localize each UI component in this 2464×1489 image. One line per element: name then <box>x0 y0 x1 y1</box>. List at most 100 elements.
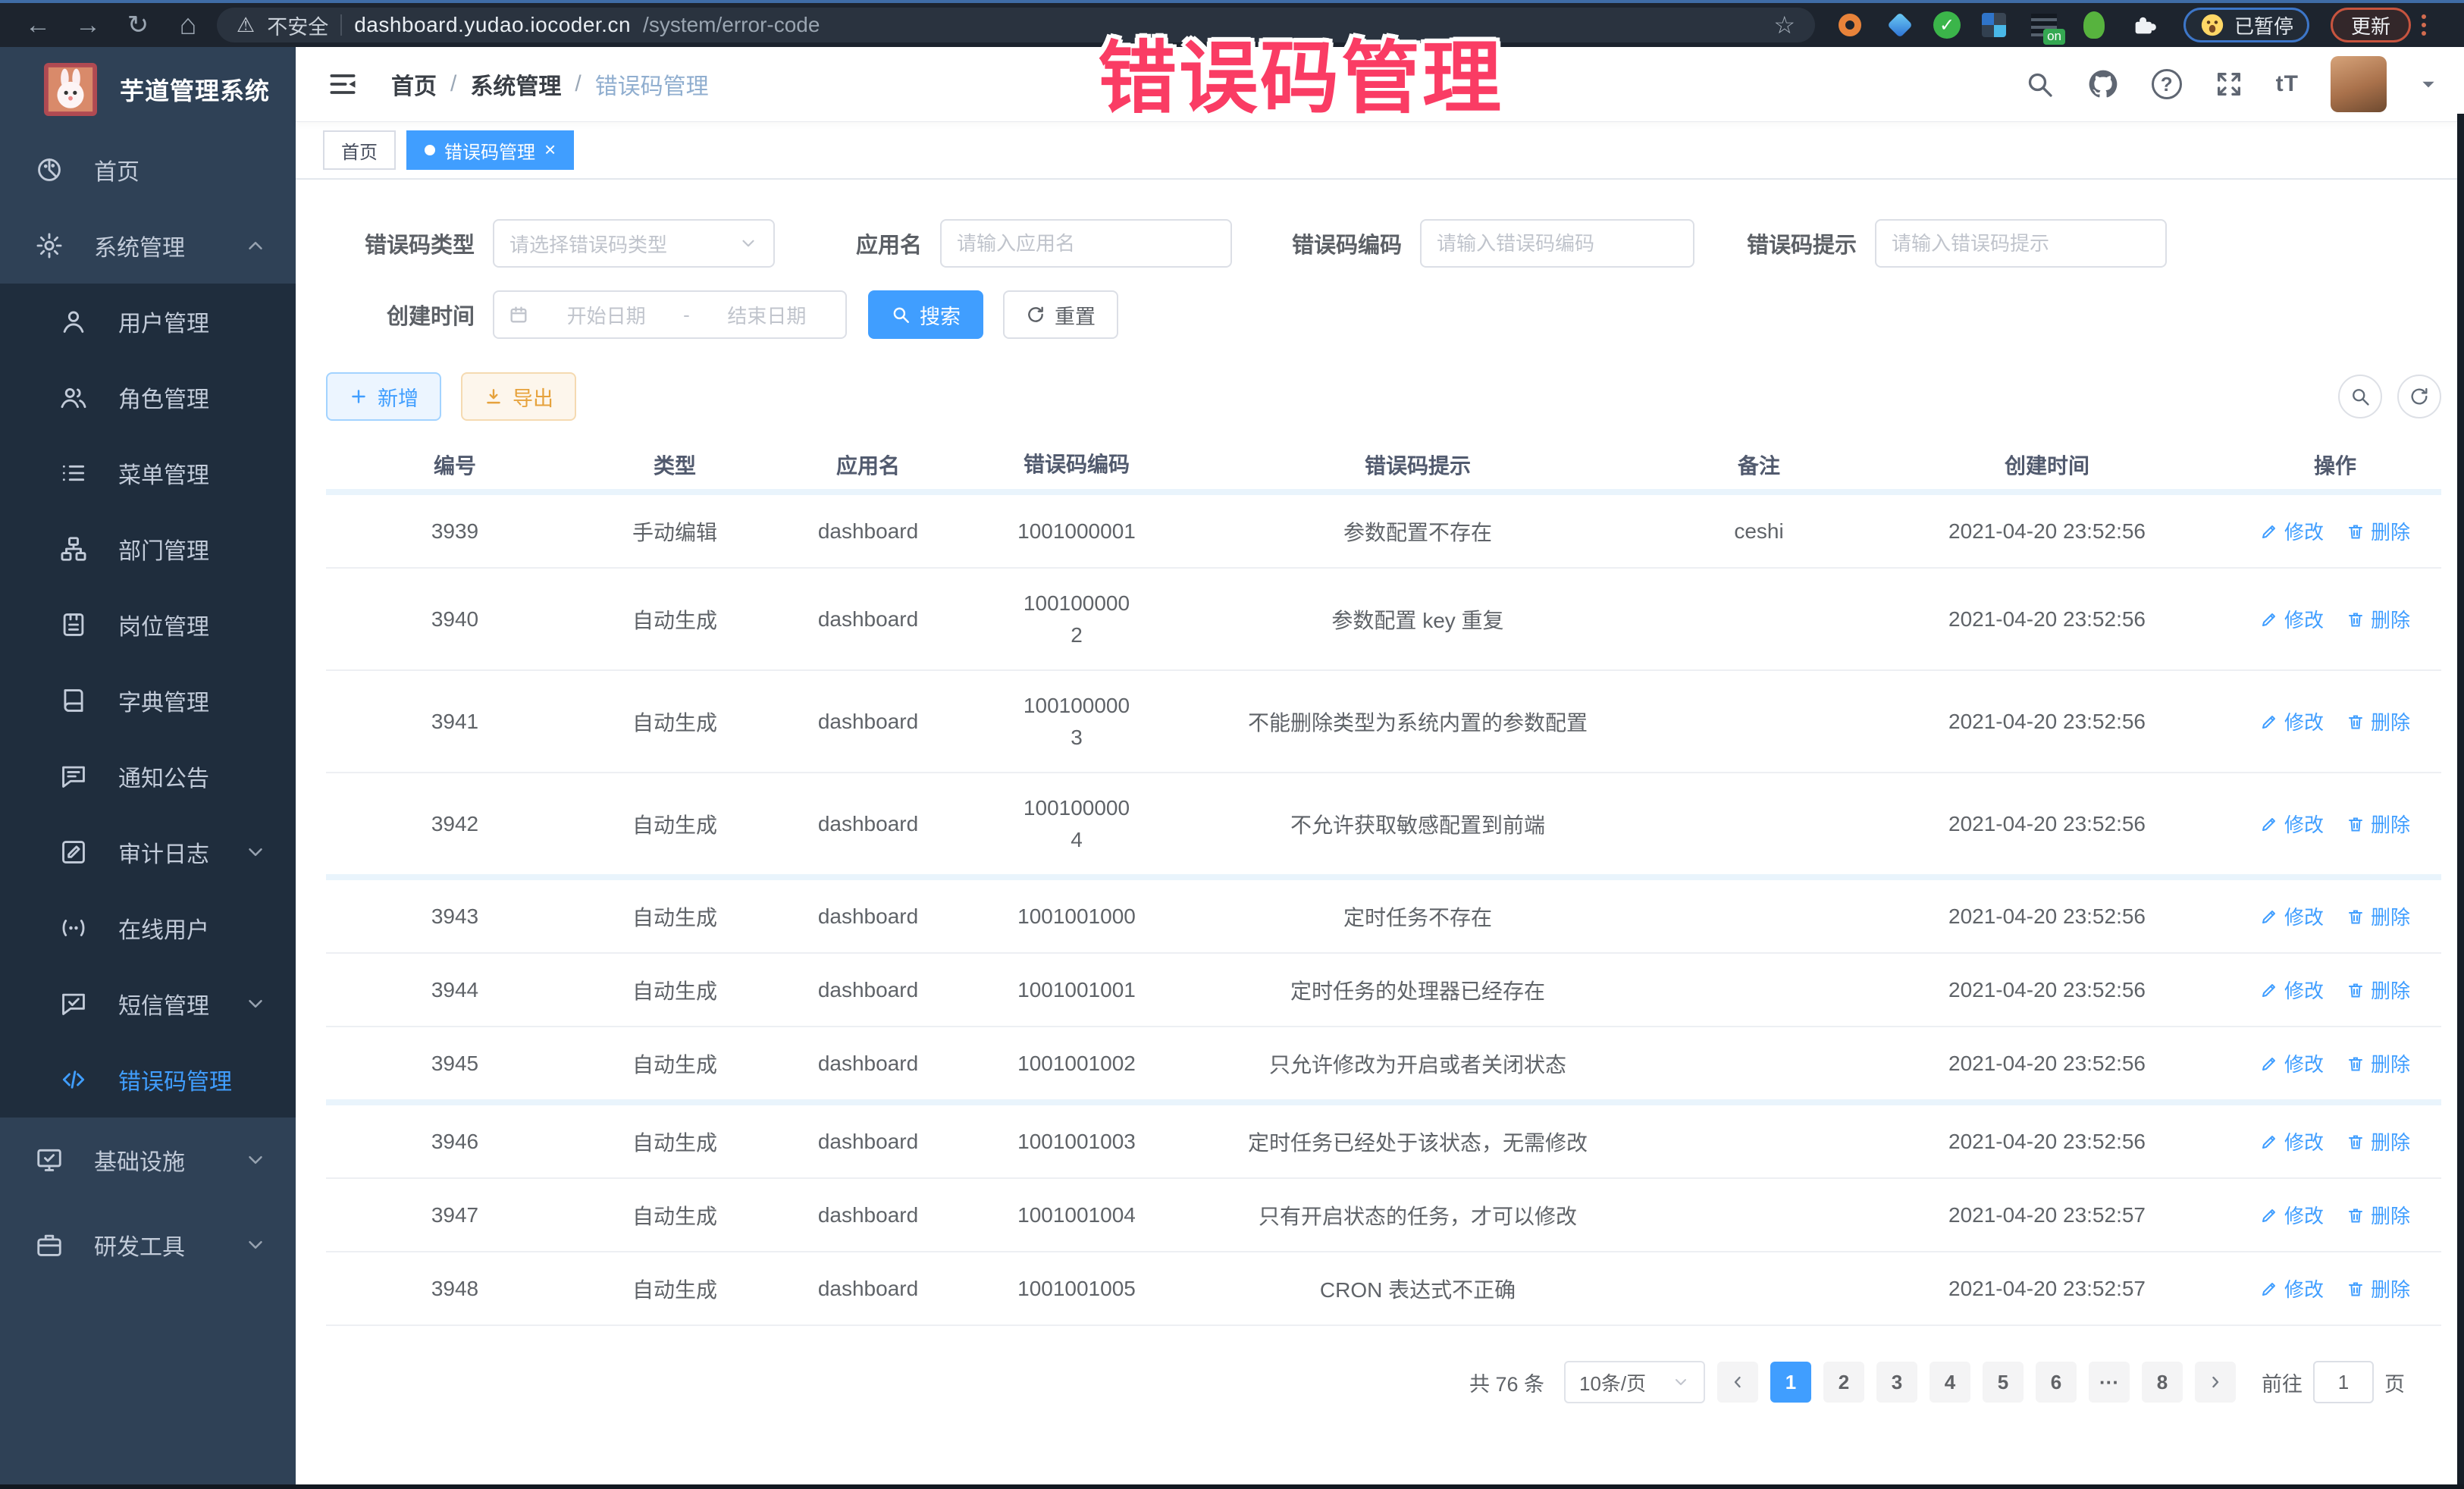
goto-page-input[interactable] <box>2313 1361 2374 1403</box>
edit-link[interactable]: 修改 <box>2260 902 2324 930</box>
menu-list-icon <box>59 459 88 487</box>
edit-link[interactable]: 修改 <box>2260 605 2324 633</box>
delete-link[interactable]: 删除 <box>2346 707 2410 735</box>
extension-check-icon[interactable] <box>1933 11 1961 39</box>
breadcrumb-current: 错误码管理 <box>595 67 709 101</box>
start-date-placeholder: 开始日期 <box>541 301 671 329</box>
bookmark-star-icon[interactable] <box>1773 11 1795 39</box>
sidebar-item-dev-tools[interactable]: 研发工具 <box>0 1202 296 1287</box>
sidebar-item-home[interactable]: 首页 <box>0 132 296 208</box>
help-icon[interactable] <box>2152 69 2182 99</box>
tab-home[interactable]: 首页 <box>323 130 396 170</box>
delete-link[interactable]: 删除 <box>2346 1274 2410 1302</box>
edit-link[interactable]: 修改 <box>2260 1049 2324 1077</box>
hamburger-icon[interactable] <box>326 67 359 101</box>
page-button-5[interactable]: 5 <box>1983 1362 2024 1403</box>
close-icon[interactable] <box>544 139 556 161</box>
error-code-input[interactable] <box>1420 219 1694 268</box>
edit-link[interactable]: 修改 <box>2260 1127 2324 1155</box>
sidebar-item-departments[interactable]: 部门管理 <box>0 511 296 587</box>
github-icon[interactable] <box>2086 67 2120 101</box>
delete-link[interactable]: 删除 <box>2346 1049 2410 1077</box>
edit-link[interactable]: 修改 <box>2260 810 2324 838</box>
sidebar-item-roles[interactable]: 角色管理 <box>0 359 296 435</box>
forward-icon[interactable] <box>67 8 109 42</box>
sidebar-item-system[interactable]: 系统管理 <box>0 208 296 284</box>
page-button-6[interactable]: 6 <box>2036 1362 2077 1403</box>
app-name-input[interactable] <box>940 219 1232 268</box>
paused-extension-pill[interactable]: 已暂停 <box>2183 8 2309 42</box>
delete-link[interactable]: 删除 <box>2346 517 2410 545</box>
extension-orange-icon[interactable] <box>1833 8 1867 42</box>
edit-link[interactable]: 修改 <box>2260 1201 2324 1229</box>
reset-button[interactable]: 重置 <box>1003 290 1118 339</box>
error-type-select[interactable]: 请选择错误码类型 <box>493 219 775 268</box>
sidebar-item-users[interactable]: 用户管理 <box>0 284 296 359</box>
extension-gem-icon[interactable] <box>1883 8 1917 42</box>
extension-spy-icon[interactable] <box>2077 8 2111 42</box>
scrollbar[interactable] <box>2457 114 2464 1489</box>
address-bar[interactable]: 不安全 dashboard.yudao.iocoder.cn/system/er… <box>217 8 1815 42</box>
delete-link[interactable]: 删除 <box>2346 605 2410 633</box>
refresh-table-button[interactable] <box>2397 375 2441 418</box>
cell-type: 自动生成 <box>584 1274 766 1304</box>
extension-grid-icon[interactable] <box>1977 8 2011 42</box>
sidebar-item-announcements[interactable]: 通知公告 <box>0 738 296 814</box>
sidebar-item-error-code[interactable]: 错误码管理 <box>0 1042 296 1118</box>
add-button[interactable]: 新增 <box>326 372 441 421</box>
delete-link[interactable]: 删除 <box>2346 1201 2410 1229</box>
sidebar-item-audit-log[interactable]: 审计日志 <box>0 814 296 890</box>
tab-error-code[interactable]: 错误码管理 <box>406 130 574 170</box>
edit-link[interactable]: 修改 <box>2260 517 2324 545</box>
error-hint-input[interactable] <box>1875 219 2167 268</box>
delete-link[interactable]: 删除 <box>2346 810 2410 838</box>
breadcrumb-home[interactable]: 首页 <box>391 67 437 101</box>
page-button-4[interactable]: 4 <box>1930 1362 1970 1403</box>
cell-type: 自动生成 <box>584 1049 766 1079</box>
breadcrumb-section[interactable]: 系统管理 <box>470 67 561 101</box>
delete-link[interactable]: 删除 <box>2346 902 2410 930</box>
page-button-3[interactable]: 3 <box>1876 1362 1917 1403</box>
sidebar-item-posts[interactable]: 岗位管理 <box>0 587 296 663</box>
user-avatar[interactable] <box>2331 56 2387 112</box>
sidebar-item-label: 首页 <box>94 153 140 187</box>
sidebar-item-dictionary[interactable]: 字典管理 <box>0 663 296 738</box>
edit-link[interactable]: 修改 <box>2260 1274 2324 1302</box>
sidebar-item-label: 角色管理 <box>118 381 209 414</box>
sidebar-item-infrastructure[interactable]: 基础设施 <box>0 1118 296 1202</box>
edit-link[interactable]: 修改 <box>2260 707 2324 735</box>
next-page-button[interactable] <box>2195 1362 2236 1403</box>
search-icon[interactable] <box>2024 69 2055 99</box>
security-label[interactable]: 不安全 <box>267 11 328 40</box>
date-range-picker[interactable]: 开始日期 - 结束日期 <box>493 290 847 339</box>
edit-icon <box>2260 610 2278 629</box>
puzzle-icon[interactable] <box>2127 8 2161 42</box>
reload-icon[interactable] <box>117 8 159 42</box>
edit-link[interactable]: 修改 <box>2260 976 2324 1004</box>
sidebar-item-online-users[interactable]: 在线用户 <box>0 890 296 966</box>
extension-list-icon[interactable]: on <box>2027 8 2061 42</box>
kebab-menu-icon[interactable] <box>2422 14 2426 36</box>
more-pages-button[interactable]: ··· <box>2089 1362 2130 1403</box>
chevron-down-icon[interactable] <box>2419 74 2438 94</box>
page-button-1[interactable]: 1 <box>1770 1362 1811 1403</box>
page-size-select[interactable]: 10条/页 <box>1564 1361 1705 1403</box>
delete-link[interactable]: 删除 <box>2346 976 2410 1004</box>
font-size-icon[interactable] <box>2276 71 2299 97</box>
page-button-2[interactable]: 2 <box>1823 1362 1864 1403</box>
cell-app: dashboard <box>766 1052 970 1076</box>
page-button-8[interactable]: 8 <box>2142 1362 2183 1403</box>
toggle-search-button[interactable] <box>2338 375 2382 418</box>
search-button[interactable]: 搜索 <box>868 290 983 339</box>
cell-time: 2021-04-20 23:52:56 <box>1865 904 2229 929</box>
sidebar-item-menus[interactable]: 菜单管理 <box>0 435 296 511</box>
fullscreen-icon[interactable] <box>2214 69 2244 99</box>
prev-page-button[interactable] <box>1717 1362 1758 1403</box>
export-button[interactable]: 导出 <box>461 372 576 421</box>
dashboard-icon <box>35 155 64 184</box>
update-button[interactable]: 更新 <box>2331 8 2411 42</box>
sidebar-item-sms[interactable]: 短信管理 <box>0 966 296 1042</box>
delete-link[interactable]: 删除 <box>2346 1127 2410 1155</box>
back-icon[interactable] <box>17 8 59 42</box>
home-icon[interactable] <box>167 8 209 42</box>
